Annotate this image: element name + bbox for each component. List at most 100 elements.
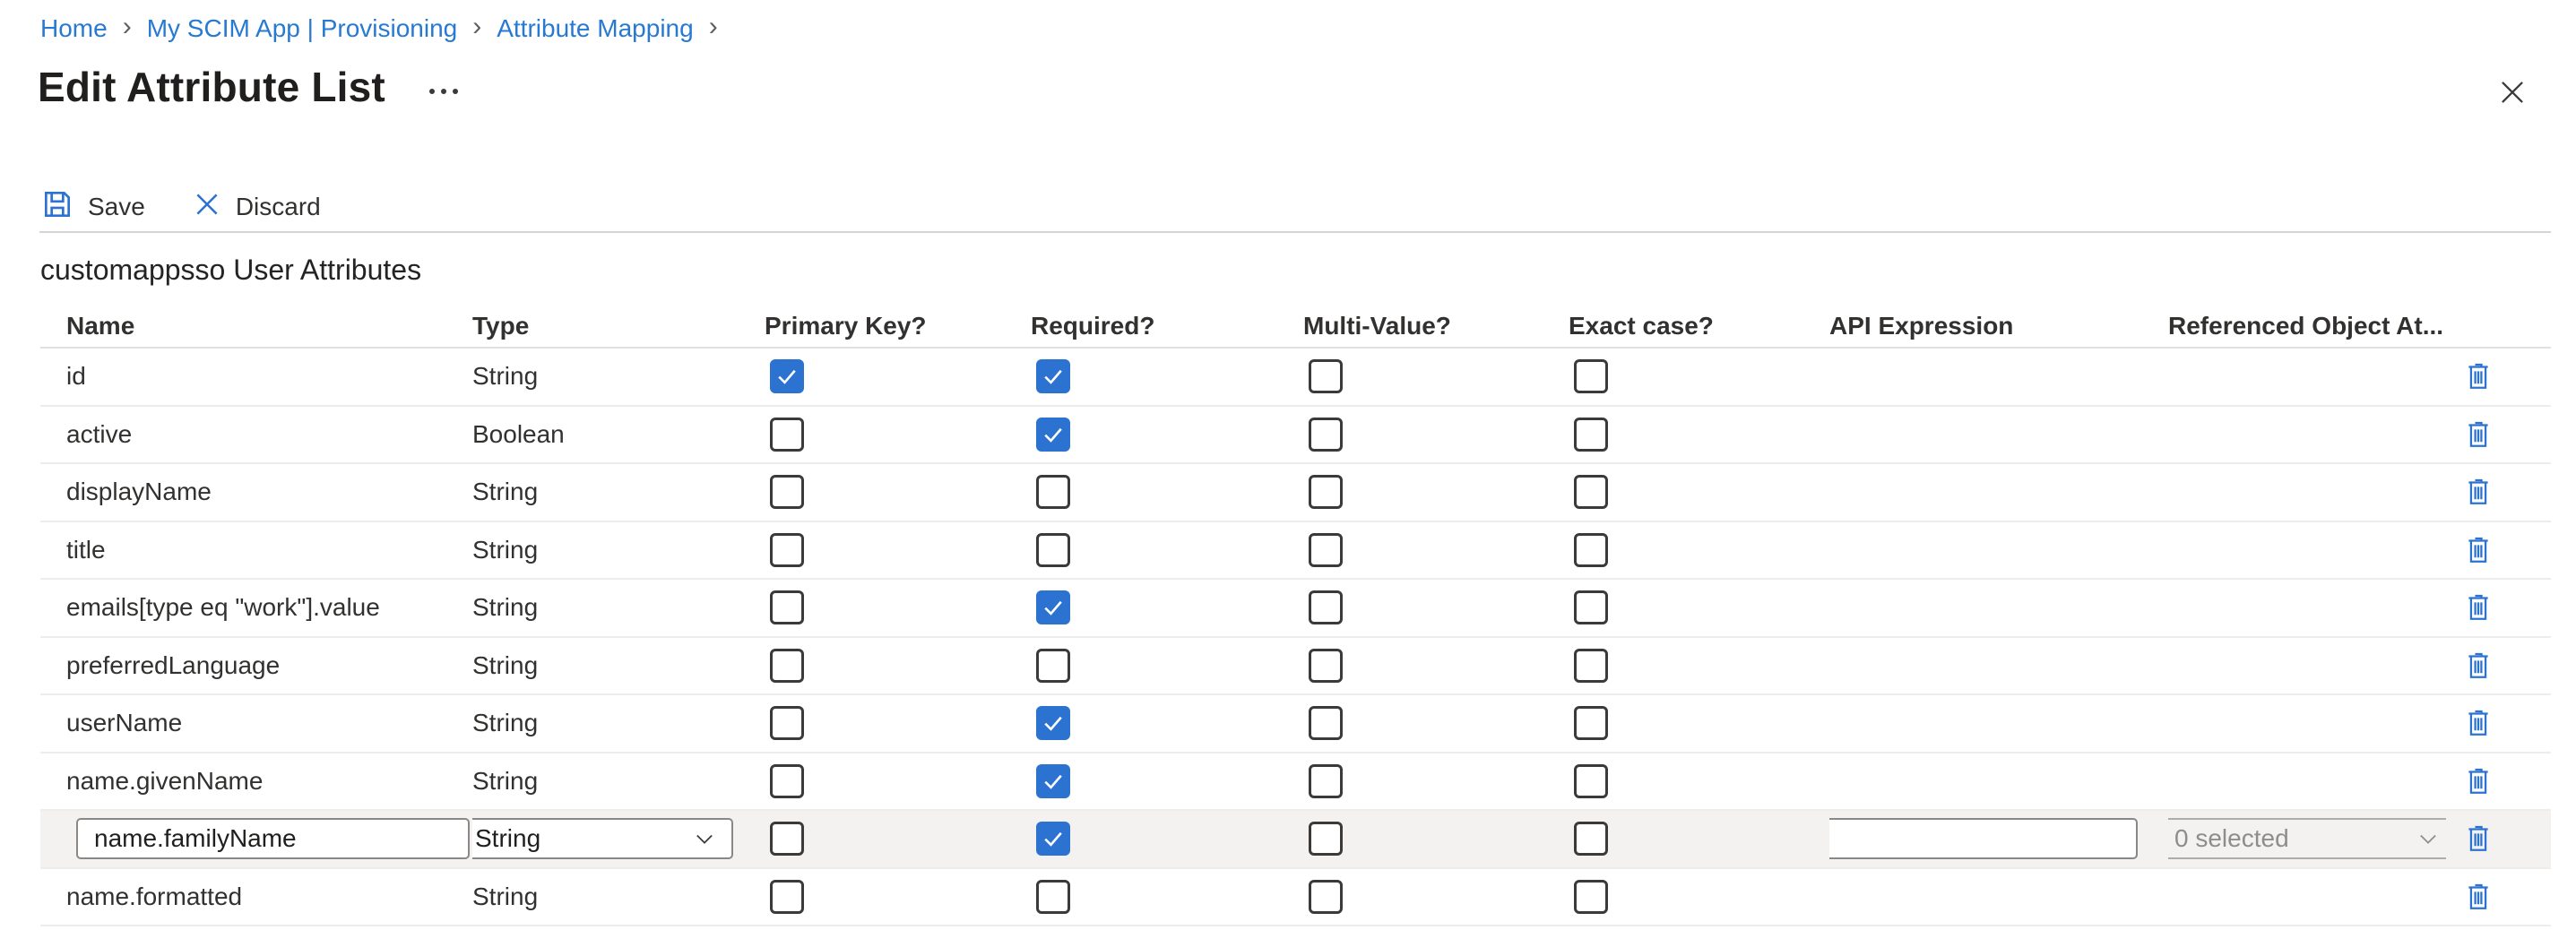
referenced-object-select[interactable]: 0 selected (2168, 818, 2446, 859)
breadcrumb-scim-app-provisioning[interactable]: My SCIM App | Provisioning (147, 14, 458, 43)
column-header-api-expression: API Expression (1829, 312, 2168, 340)
discard-button-label: Discard (236, 193, 321, 221)
attribute-type: Boolean (472, 420, 765, 449)
exact-case-checkbox[interactable] (1574, 649, 1608, 683)
discard-button[interactable]: Discard (192, 189, 321, 226)
delete-attribute-trash-icon[interactable] (2463, 417, 2495, 452)
primary-key-checkbox[interactable] (770, 764, 804, 798)
exact-case-checkbox[interactable] (1574, 359, 1608, 393)
table-row: emails[type eq "work"].value String (40, 580, 2551, 638)
delete-attribute-trash-icon[interactable] (2463, 648, 2495, 684)
primary-key-checkbox[interactable] (770, 822, 804, 856)
primary-key-checkbox[interactable] (770, 533, 804, 567)
multi-value-checkbox[interactable] (1309, 822, 1343, 856)
multi-value-checkbox[interactable] (1309, 880, 1343, 914)
multi-value-checkbox[interactable] (1309, 475, 1343, 509)
required-checkbox[interactable] (1036, 880, 1070, 914)
close-icon[interactable] (2495, 75, 2529, 109)
table-row: title String (40, 522, 2551, 581)
section-heading: customappsso User Attributes (40, 254, 421, 287)
exact-case-checkbox[interactable] (1574, 533, 1608, 567)
chevron-down-icon (2416, 826, 2441, 851)
api-expression-input[interactable] (1829, 818, 2138, 859)
delete-attribute-trash-icon[interactable] (2463, 474, 2495, 510)
table-body: id String active Boolean (40, 349, 2551, 926)
attribute-name: name.formatted (40, 883, 472, 911)
command-bar: Save Discard (40, 186, 321, 228)
table-row: userName String (40, 695, 2551, 753)
column-header-primary-key: Primary Key? (765, 312, 1031, 340)
required-checkbox[interactable] (1036, 822, 1070, 856)
context-menu-ellipsis-icon[interactable] (428, 87, 459, 96)
multi-value-checkbox[interactable] (1309, 533, 1343, 567)
table-row-editing: String 0 selected (40, 811, 2551, 869)
multi-value-checkbox[interactable] (1309, 359, 1343, 393)
required-checkbox[interactable] (1036, 359, 1070, 393)
attribute-name-input[interactable] (76, 818, 470, 859)
table-row: preferredLanguage String (40, 638, 2551, 696)
required-checkbox[interactable] (1036, 590, 1070, 624)
delete-attribute-trash-icon[interactable] (2463, 590, 2495, 625)
exact-case-checkbox[interactable] (1574, 590, 1608, 624)
primary-key-checkbox[interactable] (770, 475, 804, 509)
multi-value-checkbox[interactable] (1309, 649, 1343, 683)
breadcrumb-home[interactable]: Home (40, 14, 108, 43)
table-row: name.formatted String (40, 869, 2551, 927)
save-button-label: Save (88, 193, 145, 221)
attribute-type: String (472, 767, 765, 796)
multi-value-checkbox[interactable] (1309, 590, 1343, 624)
exact-case-checkbox[interactable] (1574, 706, 1608, 740)
column-header-name: Name (40, 312, 472, 340)
column-header-referenced-object: Referenced Object At... (2168, 312, 2446, 340)
required-checkbox[interactable] (1036, 649, 1070, 683)
exact-case-checkbox[interactable] (1574, 764, 1608, 798)
breadcrumb-attribute-mapping[interactable]: Attribute Mapping (497, 14, 693, 43)
column-header-required: Required? (1031, 312, 1303, 340)
required-checkbox[interactable] (1036, 418, 1070, 452)
required-checkbox[interactable] (1036, 475, 1070, 509)
multi-value-checkbox[interactable] (1309, 764, 1343, 798)
primary-key-checkbox[interactable] (770, 880, 804, 914)
save-button[interactable]: Save (40, 187, 145, 228)
delete-attribute-trash-icon[interactable] (2463, 821, 2495, 857)
primary-key-checkbox[interactable] (770, 590, 804, 624)
attribute-name: title (40, 536, 472, 564)
attribute-name: userName (40, 709, 472, 737)
exact-case-checkbox[interactable] (1574, 822, 1608, 856)
delete-attribute-trash-icon[interactable] (2463, 879, 2495, 915)
required-checkbox[interactable] (1036, 764, 1070, 798)
multi-value-checkbox[interactable] (1309, 418, 1343, 452)
attribute-type: String (472, 478, 765, 506)
exact-case-checkbox[interactable] (1574, 880, 1608, 914)
primary-key-checkbox[interactable] (770, 706, 804, 740)
multi-value-checkbox[interactable] (1309, 706, 1343, 740)
attribute-type: String (472, 709, 765, 737)
attribute-name: preferredLanguage (40, 651, 472, 680)
edit-attribute-list-blade: Home › My SCIM App | Provisioning › Attr… (0, 0, 2576, 930)
exact-case-checkbox[interactable] (1574, 418, 1608, 452)
exact-case-checkbox[interactable] (1574, 475, 1608, 509)
primary-key-checkbox[interactable] (770, 359, 804, 393)
attribute-type: String (472, 536, 765, 564)
required-checkbox[interactable] (1036, 533, 1070, 567)
required-checkbox[interactable] (1036, 706, 1070, 740)
delete-attribute-trash-icon[interactable] (2463, 532, 2495, 568)
delete-attribute-trash-icon[interactable] (2463, 705, 2495, 741)
primary-key-checkbox[interactable] (770, 418, 804, 452)
attribute-name: name.givenName (40, 767, 472, 796)
referenced-object-value: 0 selected (2174, 824, 2289, 853)
delete-attribute-trash-icon[interactable] (2463, 358, 2495, 394)
type-select-value: String (475, 824, 540, 853)
page-title: Edit Attribute List (38, 63, 385, 111)
attribute-name: id (40, 362, 472, 391)
primary-key-checkbox[interactable] (770, 649, 804, 683)
table-row: active Boolean (40, 407, 2551, 465)
table-row: id String (40, 349, 2551, 407)
type-select[interactable]: String (472, 818, 733, 859)
column-header-multi-value: Multi-Value? (1303, 312, 1569, 340)
breadcrumb: Home › My SCIM App | Provisioning › Attr… (40, 14, 718, 43)
table-row: name.givenName String (40, 753, 2551, 812)
delete-attribute-trash-icon[interactable] (2463, 763, 2495, 799)
breadcrumb-separator-icon: › (123, 14, 132, 43)
attribute-type: String (472, 593, 765, 622)
